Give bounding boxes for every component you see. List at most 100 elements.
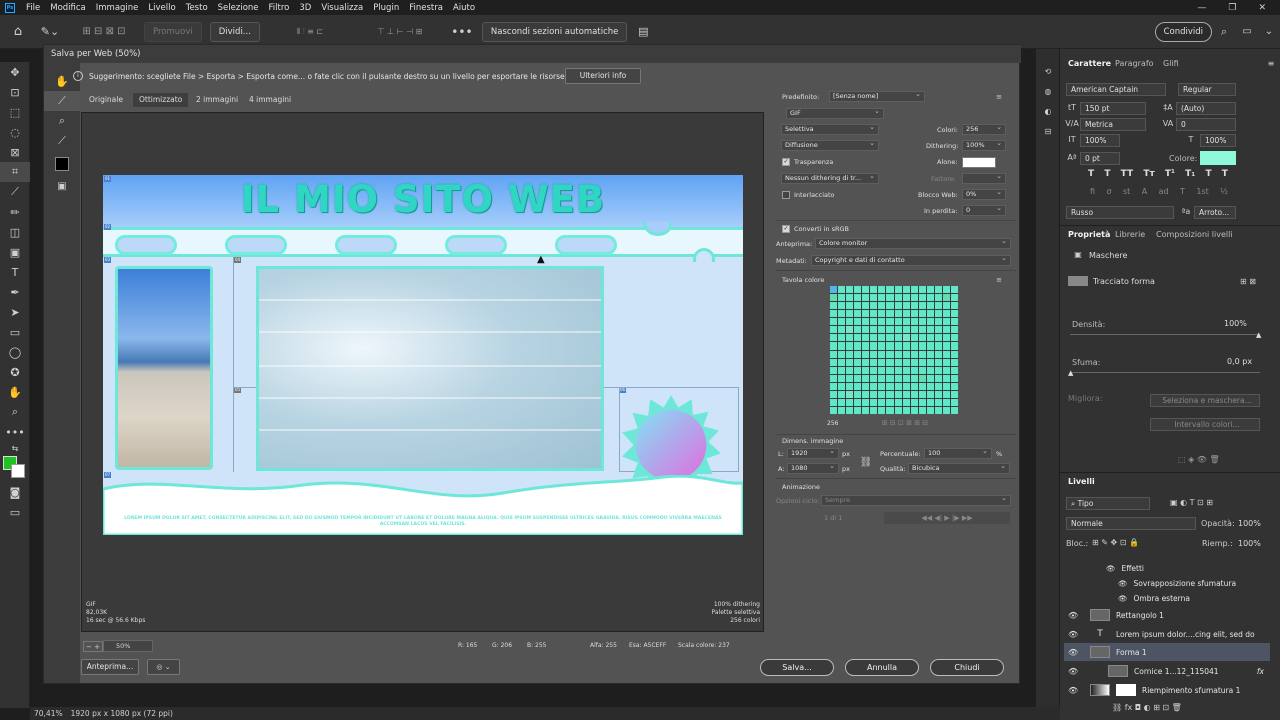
width-field[interactable]: 1920 [787, 447, 839, 459]
palette-swatch[interactable] [950, 374, 958, 382]
palette-swatch[interactable] [894, 374, 902, 382]
slice-selection-icons[interactable]: ⊞ ⊟ ⊠ ⊡ [64, 26, 144, 37]
eye-icon[interactable]: 👁 [1068, 648, 1078, 657]
palette-swatch[interactable] [854, 350, 862, 358]
tab-properties[interactable]: Proprietà [1068, 230, 1110, 239]
palette-swatch[interactable] [878, 382, 886, 390]
eyedropper-tool-icon[interactable]: ⟋ [44, 131, 80, 151]
palette-swatch[interactable] [950, 286, 958, 294]
tab-2-up[interactable]: 2 immagini [190, 93, 244, 107]
transparency-dither-select[interactable]: Nessun dithering di tr... [781, 172, 879, 184]
density-slider-handle[interactable]: ▲ [1256, 331, 1261, 339]
preview-mode-select[interactable]: Colore monitor [815, 237, 1011, 249]
zoom-level[interactable]: 70,41% [34, 709, 63, 718]
density-slider[interactable] [1070, 334, 1260, 335]
palette-swatch[interactable] [854, 390, 862, 398]
palette-swatch[interactable] [950, 326, 958, 334]
lock-icons[interactable]: ⊞ ✎ ✥ ⊡ 🔒 [1092, 538, 1164, 547]
chevron-down-icon[interactable]: ⌄ [1258, 26, 1280, 37]
palette-swatch[interactable] [838, 302, 846, 310]
tab-libraries[interactable]: Librerie [1115, 230, 1145, 239]
color-range-button[interactable]: Intervallo colori... [1150, 418, 1260, 431]
select-and-mask-button[interactable]: Seleziona e maschera... [1150, 394, 1260, 407]
palette-swatch[interactable] [926, 366, 934, 374]
more-info-button[interactable]: Ulteriori info [565, 68, 641, 84]
palette-swatch[interactable] [854, 334, 862, 342]
height-field[interactable]: 1080 [787, 462, 839, 474]
palette-swatch[interactable] [878, 310, 886, 318]
tab-layers[interactable]: Livelli [1068, 477, 1095, 486]
palette-swatch[interactable] [950, 310, 958, 318]
palette-swatch[interactable] [878, 358, 886, 366]
adjustments-icon[interactable]: ◐ [1036, 101, 1060, 121]
toggle-slices-icon[interactable]: ▣ [44, 177, 80, 195]
amount-field[interactable] [962, 172, 1006, 184]
menu-modifica[interactable]: Modifica [45, 3, 91, 13]
crop-tool-icon[interactable]: ⌗ [0, 162, 30, 182]
palette-swatch[interactable] [918, 342, 926, 350]
website-preview[interactable]: IL MIO SITO WEB 01 02 03 04 05 06 07 LOR… [103, 175, 743, 535]
screen-mode-icon[interactable]: ▭ [0, 502, 30, 522]
all-caps-button[interactable]: TT [1121, 169, 1134, 179]
home-icon[interactable]: ⌂ [0, 24, 36, 39]
palette-swatch[interactable] [910, 286, 918, 294]
palette-swatch[interactable] [918, 358, 926, 366]
palette-swatch[interactable] [886, 310, 894, 318]
zoom-select[interactable]: 50% [103, 640, 153, 652]
palette-swatch[interactable] [934, 342, 942, 350]
mask-footer-icons[interactable]: ⬚ ◈ 👁 🗑 [1178, 455, 1268, 464]
palette-swatch[interactable] [942, 398, 950, 406]
menu-testo[interactable]: Testo [181, 3, 213, 13]
blend-mode-select[interactable]: Normale [1066, 517, 1196, 530]
palette-swatch[interactable] [830, 286, 838, 294]
palette-swatch[interactable] [918, 302, 926, 310]
palette-swatch[interactable] [934, 374, 942, 382]
font-style-select[interactable]: Regular [1178, 83, 1236, 96]
palette-swatch[interactable] [926, 318, 934, 326]
palette-swatch[interactable] [934, 358, 942, 366]
palette-swatch[interactable] [894, 406, 902, 414]
distribute-icons[interactable]: ⊤ ⊥ ⊢ ⊣ ⊞ [350, 27, 450, 36]
palette-swatch[interactable] [830, 302, 838, 310]
palette-swatch[interactable] [950, 294, 958, 302]
palette-swatch[interactable] [838, 358, 846, 366]
metadata-select[interactable]: Copyright e dati di contatto [811, 254, 1011, 266]
opacity-value[interactable]: 100% [1238, 519, 1261, 528]
layer-row[interactable]: 👁 T Lorem ipsum dolor....cing elit, sed … [1064, 625, 1270, 643]
menu-aiuto[interactable]: Aiuto [448, 3, 480, 13]
palette-swatch[interactable] [918, 374, 926, 382]
palette-swatch[interactable] [878, 302, 886, 310]
search-icon[interactable]: ⌕ [1212, 25, 1236, 39]
eye-icon[interactable]: 👁 [1118, 594, 1128, 603]
type-tool-icon[interactable]: T [0, 262, 30, 282]
menu-file[interactable]: File [21, 3, 45, 13]
palette-swatch[interactable] [918, 326, 926, 334]
palette-swatch[interactable] [878, 334, 886, 342]
subscript-button[interactable]: T₁ [1185, 169, 1195, 179]
palette-swatch[interactable] [830, 318, 838, 326]
eyedropper-tool-icon[interactable]: ⟋ [0, 182, 30, 202]
palette-swatch[interactable] [878, 398, 886, 406]
palette-swatch[interactable] [894, 318, 902, 326]
more-icon[interactable]: ••• [450, 25, 474, 39]
old-style-button[interactable]: σ [1106, 187, 1111, 196]
layer-row[interactable]: 👁 Rettangolo 1 [1064, 606, 1270, 624]
small-caps-button[interactable]: Tт [1143, 169, 1154, 179]
lossy-field[interactable]: 0 [962, 204, 1006, 216]
palette-swatch[interactable] [950, 318, 958, 326]
lasso-tool-icon[interactable]: ◌ [0, 122, 30, 142]
palette-swatch[interactable] [910, 342, 918, 350]
palette-swatch[interactable] [926, 302, 934, 310]
palette-swatch[interactable] [886, 398, 894, 406]
feather-value[interactable]: 0,0 px [1227, 357, 1252, 366]
layers-footer-icons[interactable]: ⛓ fx ◘ ◐ ⊞ ⊡ 🗑 [1112, 703, 1262, 712]
palette-swatch[interactable] [870, 318, 878, 326]
quality-select[interactable]: Bicubica [908, 462, 1010, 474]
fractions-button[interactable]: ½ [1220, 187, 1228, 196]
palette-swatch[interactable] [846, 358, 854, 366]
percent-field[interactable]: 100 [924, 447, 992, 459]
palette-swatch[interactable] [902, 374, 910, 382]
slice-options-icon[interactable]: ▤ [631, 25, 655, 38]
palette-swatch[interactable] [846, 398, 854, 406]
palette-swatch[interactable] [918, 294, 926, 302]
